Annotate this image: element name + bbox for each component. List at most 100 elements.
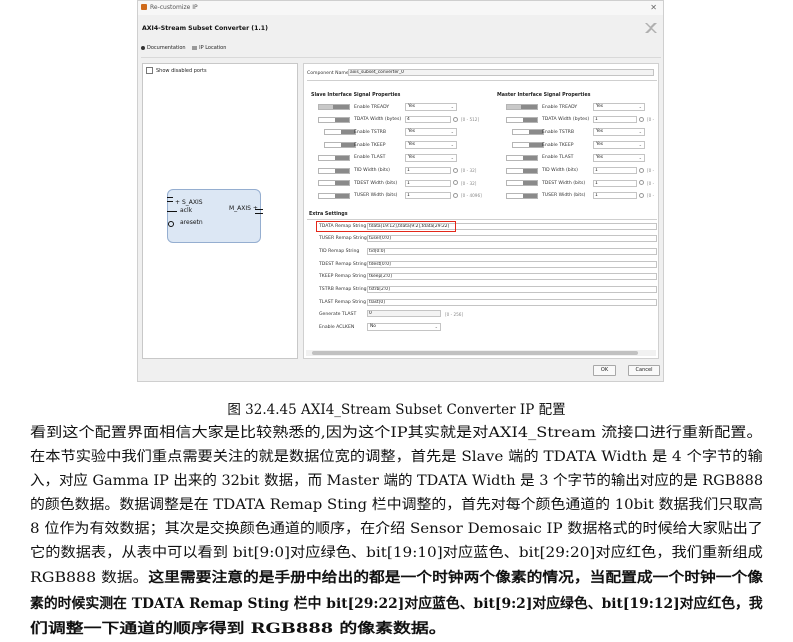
range-hint: [0 - 4096] [461,193,482,199]
divider [307,80,657,81]
signal-select[interactable]: Yes ⌄ [405,103,457,111]
port-bubble-icon [168,221,174,227]
port-bar [255,209,263,211]
chevron-down-icon: ⌄ [638,104,642,109]
remap-field[interactable]: tkeep[2:0] [367,273,657,281]
signal-number-field[interactable]: 1 [593,179,637,187]
signal-toggle[interactable] [318,104,350,110]
paragraph-line: 的颜色数据。数据调整是在 TDATA Remap Sting 栏中调整的，首先对… [30,497,763,513]
signal-number-field[interactable]: 1 [593,167,637,174]
dialog-links: Documentation IP Location [141,45,226,51]
remap-field[interactable]: tstrb[2:0] [367,286,657,293]
toggle-knob [523,155,537,160]
signal-select[interactable]: Yes ⌄ [405,153,457,162]
signal-select[interactable]: Yes ⌄ [593,153,645,162]
extra-settings-title: Extra Settings [309,212,348,217]
paragraph-line: 入，对应 Gamma IP 出来的 32bit 数据，而 Master 端的 T… [30,473,764,489]
signal-toggle[interactable] [506,192,538,199]
port-m-axis: M_AXIS + [229,205,258,212]
select-value: Yes [408,129,416,135]
remap-field[interactable]: tdest[0:0] [367,260,657,268]
chevron-down-icon: ⌄ [450,104,454,109]
toggle-knob [341,143,355,148]
toggle-knob [335,193,349,198]
info-icon [453,192,458,198]
ok-button[interactable]: OK [593,365,616,376]
component-name-field[interactable]: axis_subset_converter_0 [348,69,654,76]
select-value: Yes [596,142,604,148]
port-line [167,211,177,212]
paragraph-line: 它的数据表，从表中可以看到 bit[9:0]对应绿色、bit[19:10]对应蓝… [30,545,763,561]
toggle-knob [335,181,349,186]
signal-number-field[interactable]: 1 [593,116,637,124]
signal-toggle[interactable] [324,142,356,149]
signal-number-field[interactable]: 1 [405,179,451,187]
horizontal-scrollbar[interactable] [306,350,656,356]
signal-select[interactable]: Yes ⌄ [593,128,645,137]
folder-icon [192,45,198,50]
remap-label: TSTRB Remap String [319,287,367,292]
info-icon [453,167,458,173]
signal-number-field[interactable]: 1 [405,167,451,174]
signal-number-field[interactable]: 1 [405,192,451,200]
signal-toggle[interactable] [506,154,538,161]
remap-field[interactable]: tid[0:0] [367,247,657,255]
signal-toggle[interactable] [506,180,538,187]
cancel-button[interactable]: Cancel [628,365,660,376]
divider [141,57,661,58]
generate-tlast-label: Generate TLAST [319,312,357,317]
signal-label: Enable TREADY [354,104,390,110]
info-icon [639,167,644,173]
signal-toggle[interactable] [318,180,350,187]
signal-toggle[interactable] [512,142,544,149]
signal-select[interactable]: Yes ⌄ [405,141,457,150]
remap-label: TUSER Remap String [319,236,367,242]
signal-toggle[interactable] [318,167,350,174]
signal-toggle[interactable] [512,129,544,136]
toggle-knob [523,193,537,198]
scrollbar-thumb[interactable] [312,351,638,355]
signal-number-field[interactable]: 4 [405,116,451,124]
enable-aclken-select[interactable]: No ⌄ [367,323,441,331]
signal-toggle[interactable] [506,104,538,110]
signal-label: TID Width (bits) [354,168,390,173]
signal-toggle[interactable] [324,129,356,136]
master-section-title: Master Interface Signal Properties [497,93,591,98]
generate-tlast-field[interactable]: 0 [367,310,441,317]
toggle-knob [529,130,543,135]
documentation-link[interactable]: Documentation [141,45,186,51]
chevron-down-icon: ⌄ [450,154,454,160]
close-icon[interactable]: ✕ [650,3,657,12]
remap-label: TDEST Remap String [319,261,367,267]
signal-select[interactable]: Yes ⌄ [593,103,645,111]
signal-select[interactable]: Yes ⌄ [405,128,457,137]
select-value: Yes [408,142,416,148]
toggle-knob [335,155,349,160]
signal-number-field[interactable]: 1 [593,192,637,200]
signal-label: TDATA Width (bytes) [354,117,402,123]
signal-label: Enable TREADY [542,104,578,110]
signal-toggle[interactable] [318,154,350,161]
figure-caption: 图 32.4.45 AXI4_Stream Subset Converter I… [227,402,566,418]
signal-toggle[interactable] [506,167,538,174]
paragraph-text: RGB888 数据。 [30,570,149,586]
port-bar [167,201,173,203]
chevron-down-icon: ⌄ [638,154,642,160]
remap-label: TLAST Remap String [319,299,366,305]
plus-icon: + [175,199,181,206]
signal-toggle[interactable] [318,116,350,123]
remap-field[interactable]: tlast[0] [367,298,657,306]
paragraph-line-bold: 素的时候实测在 TDATA Remap Sting 栏中 bit[29:22]对… [30,596,763,612]
remap-field[interactable]: tuser[0:0] [367,235,657,243]
signal-select[interactable]: Yes ⌄ [593,141,645,150]
signal-toggle[interactable] [506,116,538,123]
toggle-knob [523,181,537,186]
show-disabled-ports-checkbox[interactable]: Show disabled ports [146,67,207,74]
ip-location-link[interactable]: IP Location [192,45,226,51]
port-aclk: aclk [180,207,193,214]
dialog-titlebar: Re-customize IP ✕ [138,1,663,15]
ip-block [167,189,261,243]
signal-toggle[interactable] [318,192,350,199]
signal-label: Enable TSTRB [354,129,386,135]
port-s-axis: + S_AXIS [175,199,203,206]
